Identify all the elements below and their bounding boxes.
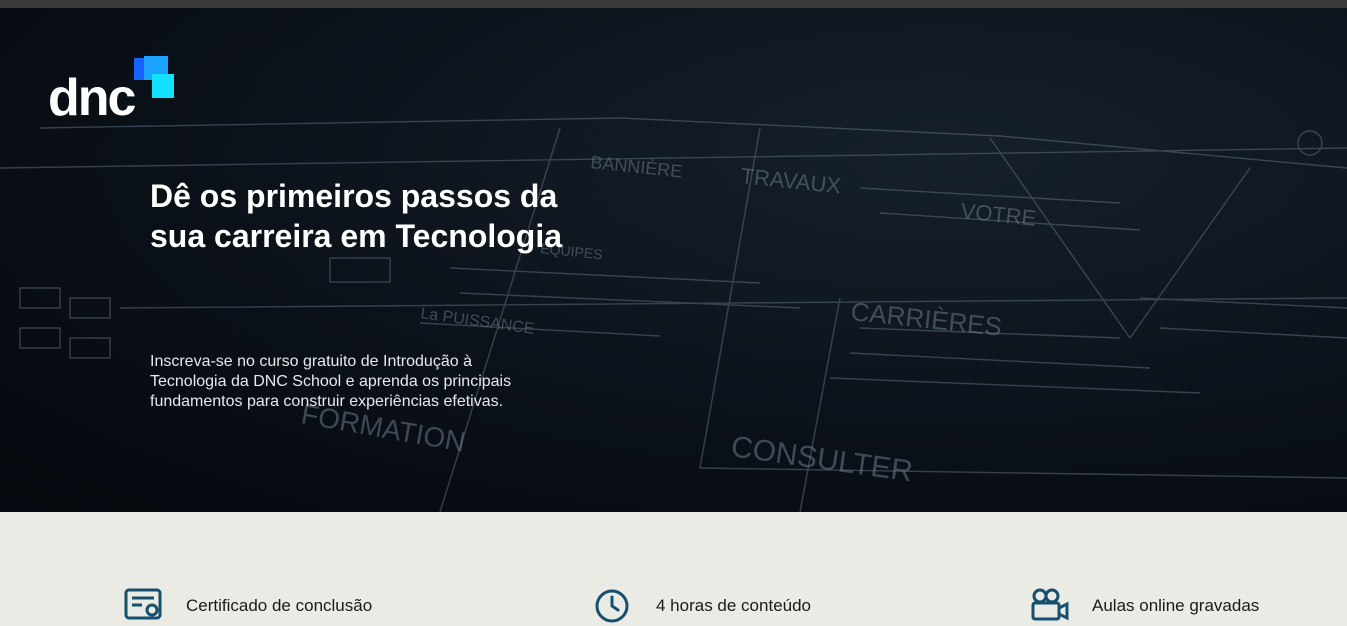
feature-label: 4 horas de conteúdo (656, 596, 812, 615)
feature-label: Aulas online gravadas (1092, 596, 1260, 615)
hero-section: CARRIÈRES CONSULTER FORMATION La PUISSAN… (0, 8, 1347, 512)
feature-online-classes: Aulas online gravadas (1030, 584, 1330, 624)
sketch-word-votre: VOTRE (959, 198, 1037, 231)
hero-description: Inscreva-se no curso gratuito de Introdu… (150, 353, 512, 410)
certificate-icon (124, 588, 162, 620)
hero-headline: Dê os primeiros passos da sua carreira e… (150, 178, 563, 254)
feature-label: Certificado de conclusão (186, 596, 373, 615)
sketch-word-carrieres: CARRIÈRES (849, 296, 1003, 342)
feature-certificate: Certificado de conclusão (124, 584, 424, 624)
logo-squares-icon (134, 56, 176, 100)
logo-wordmark: dnc (48, 69, 136, 127)
hero-background-sketch: CARRIÈRES CONSULTER FORMATION La PUISSAN… (0, 117, 1347, 512)
dnc-logo[interactable]: dnc (48, 56, 188, 128)
sketch-word-travaux: TRAVAUX (739, 163, 842, 198)
sketch-word-puissance: La PUISSANCE (419, 305, 535, 338)
browser-top-strip (0, 0, 1347, 8)
features-bar: Certificado de conclusão 4 horas de cont… (0, 512, 1347, 623)
sketch-word-consulter: CONSULTER (729, 430, 915, 488)
clock-icon (595, 589, 629, 623)
feature-duration: 4 horas de conteúdo (594, 584, 894, 624)
video-camera-icon (1031, 588, 1069, 621)
